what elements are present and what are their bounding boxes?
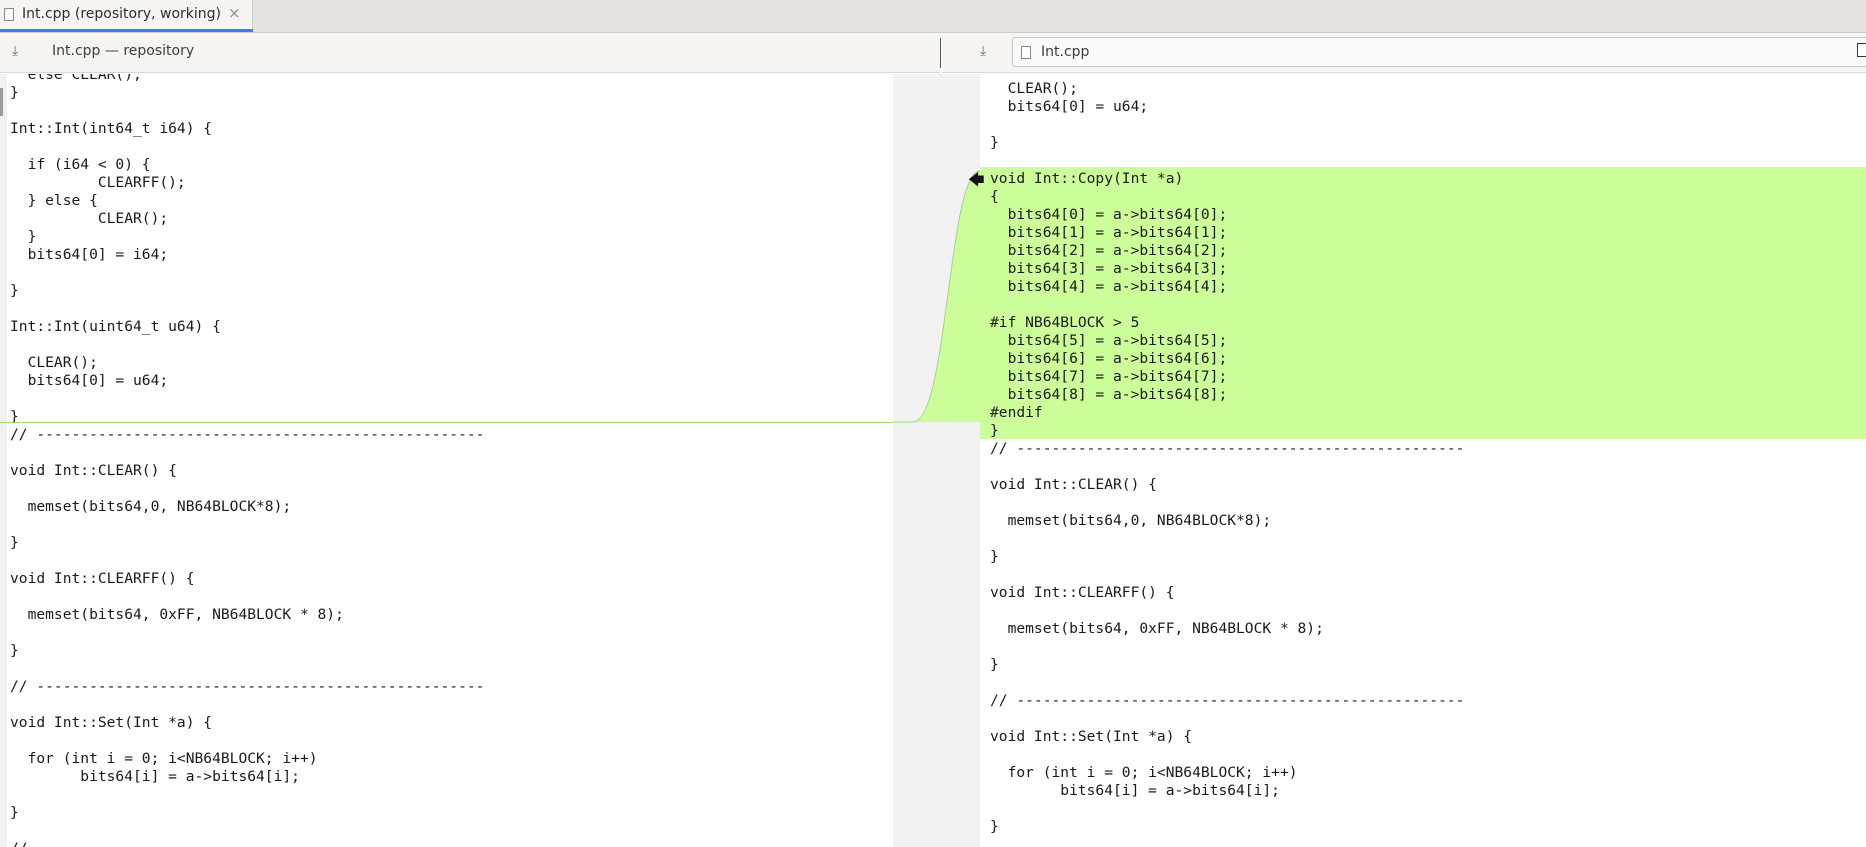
code-line: bits64[2] = a->bits64[2]; <box>990 242 1228 259</box>
code-line: bits64[5] = a->bits64[5]; <box>990 332 1228 349</box>
code-line: CLEAR(); <box>990 80 1078 97</box>
right-pane-header: ⤓ Int.cpp <box>942 33 1866 73</box>
code-line: // -------------------------------------… <box>10 426 485 443</box>
code-line: } <box>10 408 19 425</box>
document-icon <box>4 8 14 21</box>
code-line: void Int::CLEARFF() { <box>10 570 195 587</box>
code-line: if (i64 < 0) { <box>10 156 151 173</box>
code-line: memset(bits64,0, NB64BLOCK*8); <box>10 498 292 515</box>
code-line: #endif <box>990 404 1043 421</box>
left-pane-label: Int.cpp — repository <box>52 43 195 59</box>
active-tab-indicator <box>0 29 253 32</box>
sidebar-icon[interactable] <box>1857 43 1866 57</box>
code-line: // -------------------------------------… <box>990 692 1465 709</box>
code-line: bits64[0] = u64; <box>990 98 1149 115</box>
code-line: Int::Int(uint64_t u64) { <box>10 318 221 335</box>
left-pane-header: ⤓ Int.cpp — repository <box>0 33 940 73</box>
code-line: void Int::Set(Int *a) { <box>10 714 213 731</box>
code-line: memset(bits64,0, NB64BLOCK*8); <box>990 512 1272 529</box>
code-line: } <box>10 804 19 821</box>
pane-divider <box>940 38 941 68</box>
code-line: bits64[i] = a->bits64[i]; <box>10 768 300 785</box>
code-line: } <box>10 534 19 551</box>
download-icon[interactable]: ⤓ <box>12 43 18 59</box>
code-line: } <box>990 818 999 835</box>
code-line: bits64[4] = a->bits64[4]; <box>990 278 1228 295</box>
code-line: void Int::Copy(Int *a) <box>990 170 1184 187</box>
tab-label: Int.cpp (repository, working) <box>22 6 222 22</box>
right-pane-label: Int.cpp <box>1041 44 1090 60</box>
code-line: Int::Int(int64_t i64) { <box>10 120 213 137</box>
code-line: memset(bits64, 0xFF, NB64BLOCK * 8); <box>10 606 344 623</box>
code-line: bits64[7] = a->bits64[7]; <box>990 368 1228 385</box>
code-line: void Int::CLEAR() { <box>990 476 1157 493</box>
diff-link-area <box>893 74 980 847</box>
code-line: bits64[3] = a->bits64[3]; <box>990 260 1228 277</box>
code-line: } <box>990 548 999 565</box>
code-line: CLEAR(); <box>10 354 98 371</box>
code-line: bits64[1] = a->bits64[1]; <box>990 224 1228 241</box>
code-line: memset(bits64, 0xFF, NB64BLOCK * 8); <box>990 620 1324 637</box>
tab-int-cpp[interactable]: Int.cpp (repository, working) × <box>0 0 253 32</box>
code-line: } <box>10 84 19 101</box>
code-line: } <box>10 642 19 659</box>
code-line: { <box>990 188 999 205</box>
diff-connector <box>893 170 980 423</box>
right-code-pane[interactable]: CLEAR(); bits64[0] = u64;}void Int::Copy… <box>980 74 1866 847</box>
file-chooser[interactable]: Int.cpp <box>1012 37 1866 67</box>
code-line: void Int::CLEAR() { <box>10 462 177 479</box>
diff-boundary-line <box>0 422 893 423</box>
merge-arrow-icon[interactable]: 🡄 <box>968 171 985 189</box>
code-line: // -------------------------------------… <box>990 440 1465 457</box>
scrollbar-thumb[interactable] <box>0 88 3 116</box>
code-line: for (int i = 0; i<NB64BLOCK; i++) <box>10 750 318 767</box>
download-icon[interactable]: ⤓ <box>980 43 986 59</box>
code-line: } else { <box>10 192 98 209</box>
close-icon[interactable]: × <box>228 4 241 22</box>
code-line: CLEAR(); <box>10 210 169 227</box>
code-line: } <box>10 228 37 245</box>
code-line: else CLEAR(); <box>10 74 142 83</box>
code-line: // -------------------------------------… <box>10 678 485 695</box>
code-line: #if NB64BLOCK > 5 <box>990 314 1140 331</box>
code-line: bits64[0] = u64; <box>10 372 169 389</box>
code-line: // <box>10 840 28 847</box>
code-line: bits64[0] = a->bits64[0]; <box>990 206 1228 223</box>
code-line: bits64[8] = a->bits64[8]; <box>990 386 1228 403</box>
code-line: void Int::CLEARFF() { <box>990 584 1175 601</box>
code-line: CLEARFF(); <box>10 174 186 191</box>
code-line: bits64[i] = a->bits64[i]; <box>990 782 1280 799</box>
code-line: bits64[0] = i64; <box>10 246 169 263</box>
left-code-pane[interactable]: else CLEAR();} Int::Int(int64_t i64) { if… <box>0 74 893 847</box>
code-line: void Int::Set(Int *a) { <box>990 728 1193 745</box>
code-line: } <box>990 134 999 151</box>
document-icon <box>1021 46 1031 59</box>
code-line: } <box>990 656 999 673</box>
code-line: bits64[6] = a->bits64[6]; <box>990 350 1228 367</box>
code-line: for (int i = 0; i<NB64BLOCK; i++) <box>990 764 1298 781</box>
code-line: } <box>10 282 19 299</box>
tab-bar: Int.cpp (repository, working) × <box>0 0 1866 33</box>
code-line: } <box>990 422 999 439</box>
